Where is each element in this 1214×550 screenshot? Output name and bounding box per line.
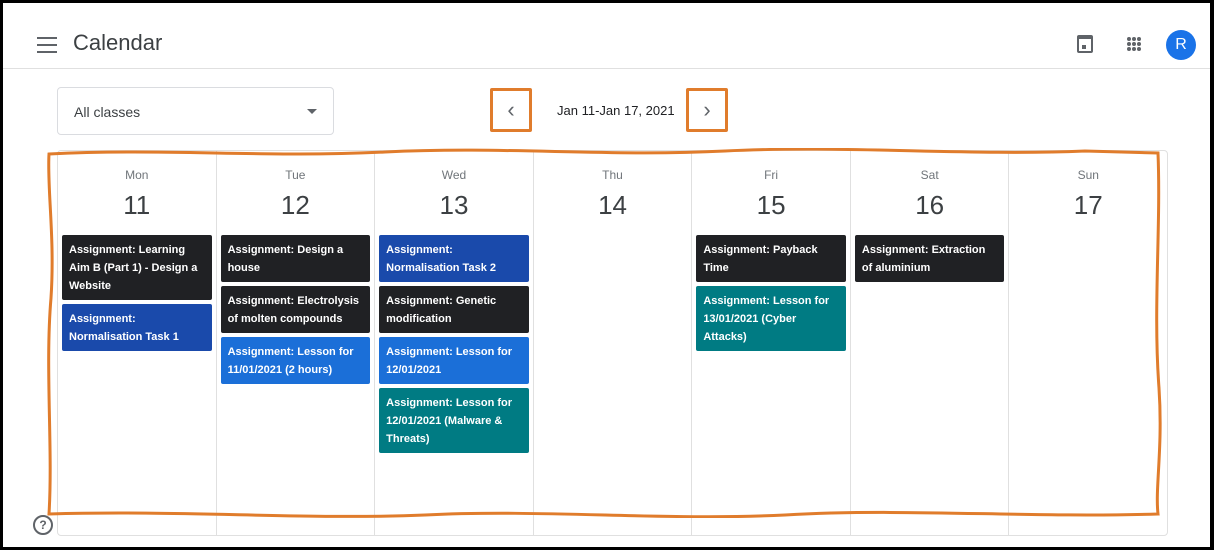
day-column[interactable]: Sun 17 <box>1009 151 1167 535</box>
assignment-event-chip[interactable]: Assignment: Lesson for 13/01/2021 (Cyber… <box>696 286 846 351</box>
day-of-week-label: Fri <box>764 168 779 182</box>
day-events-list: Assignment: Extraction of aluminium <box>851 235 1009 282</box>
top-app-bar: Calendar R <box>3 3 1210 69</box>
app-title: Calendar <box>73 30 163 55</box>
date-range-label: Jan 11-Jan 17, 2021 <box>557 103 675 118</box>
assignment-event-chip[interactable]: Assignment: Normalisation Task 2 <box>379 235 529 282</box>
apps-grid-icon[interactable] <box>1127 37 1141 51</box>
hamburger-icon[interactable] <box>37 37 57 53</box>
class-filter-select[interactable]: All classes <box>57 87 334 135</box>
assignment-event-chip[interactable]: Assignment: Normalisation Task 1 <box>62 304 212 351</box>
day-of-month-number[interactable]: 15 <box>692 190 850 235</box>
assignment-event-chip[interactable]: Assignment: Extraction of aluminium <box>854 235 1005 282</box>
assignment-event-chip[interactable]: Assignment: Lesson for 11/01/2021 (2 hou… <box>220 337 371 384</box>
assignment-event-chip[interactable]: Assignment: Lesson for 12/01/2021 <box>379 337 529 384</box>
day-of-week-label: Mon <box>125 168 149 182</box>
day-column[interactable]: Tue 12 Assignment: Design a house Assignmen… <box>217 151 376 535</box>
assignment-event-chip[interactable]: Assignment: Lesson for 12/01/2021 (Malwa… <box>379 388 529 453</box>
assignment-event-chip[interactable]: Assignment: Electrolysis of molten compo… <box>220 286 371 333</box>
day-of-month-number[interactable]: 11 <box>58 190 216 235</box>
day-events-list: Assignment: Normalisation Task 2 Assignme… <box>375 235 533 453</box>
day-column[interactable]: Thu 14 <box>534 151 693 535</box>
next-week-button[interactable]: › <box>686 88 728 132</box>
day-events-list: Assignment: Payback Time Assignment: Less… <box>692 235 850 351</box>
class-filter-value: All classes <box>74 104 141 120</box>
assignment-event-chip[interactable]: Assignment: Design a house <box>220 235 371 282</box>
day-column[interactable]: Sat 16 Assignment: Extraction of aluminium <box>851 151 1010 535</box>
help-icon[interactable]: ? <box>33 515 53 535</box>
previous-week-button[interactable]: ‹ <box>490 88 532 132</box>
day-of-month-number[interactable]: 14 <box>534 190 692 235</box>
day-of-month-number[interactable]: 12 <box>217 190 375 235</box>
calendar-icon[interactable] <box>1077 35 1093 53</box>
day-of-week-label: Sat <box>920 168 939 182</box>
day-events-list: Assignment: Learning Aim B (Part 1) - De… <box>58 235 216 351</box>
day-of-week-label: Thu <box>602 168 623 182</box>
day-of-month-number[interactable]: 16 <box>851 190 1009 235</box>
day-of-week-label: Tue <box>285 168 306 182</box>
assignment-event-chip[interactable]: Assignment: Payback Time <box>696 235 846 282</box>
avatar[interactable]: R <box>1166 30 1196 60</box>
day-column[interactable]: Fri 15 Assignment: Payback Time Assignment:… <box>692 151 851 535</box>
assignment-event-chip[interactable]: Assignment: Genetic modification <box>379 286 529 333</box>
day-of-week-label: Wed <box>441 168 467 182</box>
day-of-month-number[interactable]: 13 <box>375 190 533 235</box>
week-grid: Mon 11 Assignment: Learning Aim B (Part 1)… <box>57 150 1168 536</box>
day-events-list: Assignment: Design a house Assignment: El… <box>217 235 375 384</box>
day-of-month-number[interactable]: 17 <box>1009 190 1167 235</box>
day-column[interactable]: Mon 11 Assignment: Learning Aim B (Part 1)… <box>58 151 217 535</box>
assignment-event-chip[interactable]: Assignment: Learning Aim B (Part 1) - De… <box>62 235 212 300</box>
day-of-week-label: Sun <box>1077 168 1099 182</box>
dropdown-caret-icon <box>307 109 317 114</box>
day-column[interactable]: Wed 13 Assignment: Normalisation Task 2 Ass… <box>375 151 534 535</box>
